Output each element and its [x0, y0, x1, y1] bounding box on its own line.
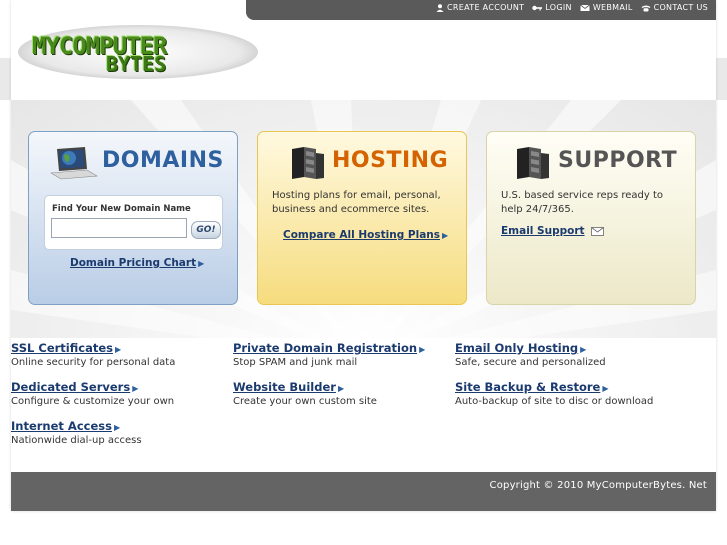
- webmail-link[interactable]: WEBMAIL: [580, 3, 633, 12]
- email-support-label: Email Support: [501, 225, 585, 237]
- hosting-card: HOSTING Hosting plans for email, persona…: [257, 131, 467, 305]
- page-container: CREATE ACCOUNT LOGIN WEBMAIL CONTACT US …: [11, 0, 716, 511]
- link-site-backup-restore: Site Backup & Restore ▶ Auto-backup of si…: [455, 376, 670, 407]
- domain-pricing-chart-link[interactable]: Domain Pricing Chart ▶: [70, 257, 204, 269]
- email-support-link[interactable]: Email Support: [501, 225, 604, 237]
- domain-go-button[interactable]: GO!: [191, 221, 221, 239]
- login-link[interactable]: LOGIN: [532, 3, 572, 12]
- site-backup-restore-desc: Auto-backup of site to disc or download: [455, 396, 654, 407]
- arrow-right-icon: ▶: [132, 384, 139, 393]
- domains-card: DOMAINS Find Your New Domain Name GO! Do…: [28, 131, 238, 305]
- arrow-right-icon: ▶: [113, 423, 121, 432]
- arrow-right-icon: ▶: [419, 345, 426, 354]
- domains-title: DOMAINS: [102, 148, 224, 173]
- hero-section: DOMAINS Find Your New Domain Name GO! Do…: [11, 100, 716, 338]
- site-backup-restore-link[interactable]: Site Backup & Restore: [455, 380, 600, 394]
- create-account-link[interactable]: CREATE ACCOUNT: [436, 3, 524, 12]
- support-title: SUPPORT: [558, 148, 678, 173]
- envelope-icon: [580, 4, 590, 11]
- link-website-builder: Website Builder ▶ Create your own custom …: [233, 376, 448, 407]
- private-domain-registration-link[interactable]: Private Domain Registration: [233, 341, 417, 355]
- hosting-description: Hosting plans for email, personal, busin…: [272, 190, 441, 215]
- domain-search-input[interactable]: [51, 218, 187, 238]
- server-icon: [517, 147, 549, 179]
- site-logo[interactable]: MYCOMPUTER BYTES: [18, 25, 258, 80]
- contact-us-label: CONTACT US: [653, 3, 708, 12]
- domain-search-label: Find Your New Domain Name: [52, 204, 191, 214]
- laptop-globe-icon: [50, 147, 98, 180]
- top-nav-bar: CREATE ACCOUNT LOGIN WEBMAIL CONTACT US: [246, 0, 716, 20]
- link-private-domain-registration: Private Domain Registration ▶ Stop SPAM a…: [233, 337, 448, 368]
- compare-hosting-plans-link[interactable]: Compare All Hosting Plans ▶: [283, 229, 448, 241]
- webmail-label: WEBMAIL: [592, 3, 633, 12]
- copyright-text: Copyright © 2010 MyComputerBytes. Net: [489, 480, 707, 491]
- link-dedicated-servers: Dedicated Servers ▶ Configure & customize…: [11, 376, 226, 407]
- arrow-right-icon: ▶: [337, 384, 345, 393]
- website-builder-desc: Create your own custom site: [233, 396, 377, 407]
- arrow-right-icon: ▶: [602, 384, 609, 393]
- envelope-icon: [590, 226, 604, 236]
- phone-icon: [641, 5, 651, 11]
- compare-hosting-plans-label: Compare All Hosting Plans: [283, 229, 441, 241]
- domain-search-box: Find Your New Domain Name GO!: [44, 195, 223, 250]
- create-account-label: CREATE ACCOUNT: [447, 3, 525, 12]
- email-only-hosting-desc: Safe, secure and personalized: [455, 357, 606, 368]
- user-icon: [436, 3, 444, 12]
- support-card: SUPPORT U.S. based service reps ready to…: [486, 131, 696, 305]
- footer: Copyright © 2010 MyComputerBytes. Net: [11, 472, 716, 511]
- link-internet-access: Internet Access ▶ Nationwide dial-up acce…: [11, 415, 226, 446]
- dedicated-servers-desc: Configure & customize your own: [11, 396, 175, 407]
- arrow-right-icon: ▶: [198, 259, 205, 268]
- hosting-title: HOSTING: [332, 148, 449, 173]
- support-description: U.S. based service reps ready to help 24…: [501, 190, 664, 215]
- link-email-only-hosting: Email Only Hosting ▶ Safe, secure and per…: [455, 337, 670, 368]
- email-only-hosting-link[interactable]: Email Only Hosting: [455, 341, 578, 355]
- logo-text-line2: BYTES: [106, 52, 167, 76]
- link-ssl-certificates: SSL Certificates ▶ Online security for pe…: [11, 337, 226, 368]
- arrow-right-icon: ▶: [442, 231, 449, 240]
- arrow-right-icon: ▶: [114, 345, 122, 354]
- website-builder-link[interactable]: Website Builder: [233, 380, 336, 394]
- arrow-right-icon: ▶: [580, 345, 587, 354]
- internet-access-desc: Nationwide dial-up access: [11, 435, 142, 446]
- domain-pricing-chart-label: Domain Pricing Chart: [70, 257, 197, 269]
- key-icon: [532, 5, 543, 10]
- private-domain-registration-desc: Stop SPAM and junk mail: [233, 357, 358, 368]
- internet-access-link[interactable]: Internet Access: [11, 419, 112, 433]
- login-label: LOGIN: [545, 3, 572, 12]
- dedicated-servers-link[interactable]: Dedicated Servers: [11, 380, 130, 394]
- server-icon: [292, 147, 324, 179]
- contact-us-link[interactable]: CONTACT US: [641, 3, 708, 12]
- ssl-certificates-desc: Online security for personal data: [11, 357, 176, 368]
- ssl-certificates-link[interactable]: SSL Certificates: [11, 341, 113, 355]
